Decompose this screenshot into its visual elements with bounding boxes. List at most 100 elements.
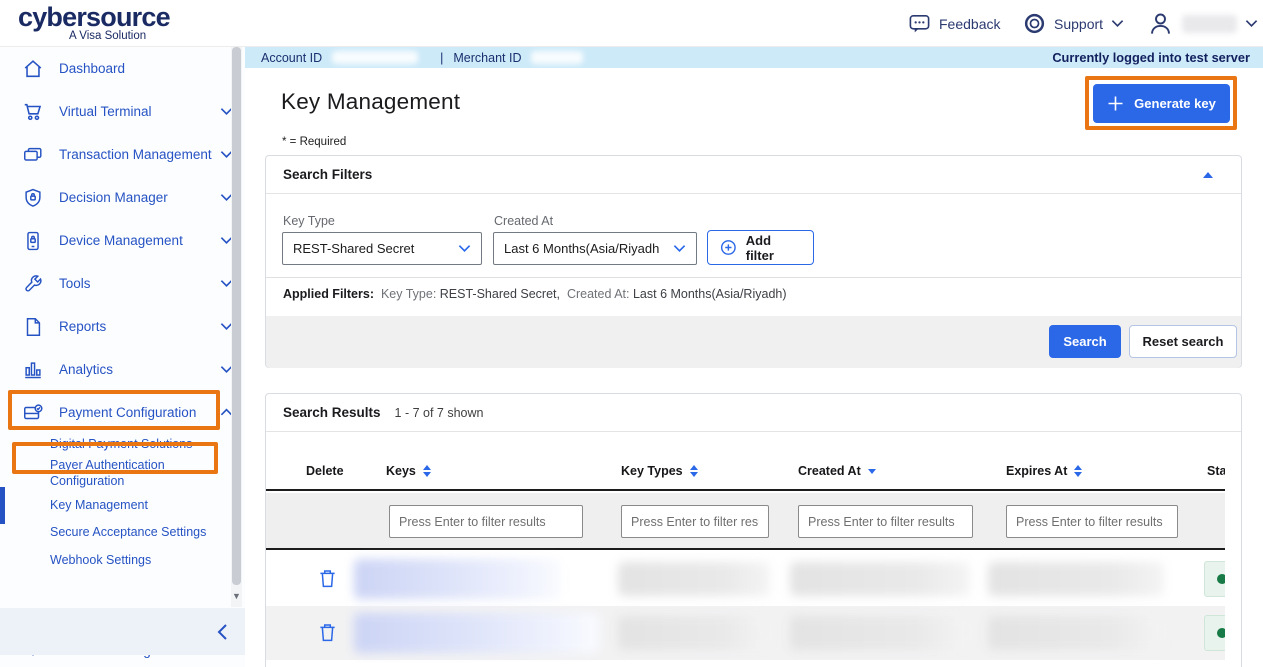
shield-lock-icon	[22, 187, 46, 209]
merchant-id-value-redacted	[531, 51, 583, 64]
cybersource-logo: cybersource	[18, 2, 170, 33]
support-menu[interactable]: Support	[1023, 0, 1124, 47]
sidebar-item-label: Analytics	[59, 362, 113, 377]
results-table: Delete Keys Key Types Created At Expires…	[266, 433, 1225, 667]
applied-created-at-label: Created At:	[567, 287, 630, 301]
column-created-at[interactable]: Created At	[798, 464, 876, 478]
column-label: Key Types	[621, 464, 683, 478]
sidebar-item-tools[interactable]: Tools	[0, 262, 245, 305]
expires-at-redacted	[988, 616, 1164, 650]
status-badge	[1204, 615, 1225, 651]
column-label: Delete	[306, 464, 344, 478]
delete-key-button[interactable]	[318, 622, 337, 648]
required-note: * = Required	[282, 136, 346, 148]
key-type-select[interactable]: REST-Shared Secret	[282, 232, 482, 265]
sidebar-collapse-bar[interactable]	[0, 608, 245, 655]
column-status-clipped[interactable]: Sta	[1207, 464, 1225, 478]
generate-key-button[interactable]: Generate key	[1093, 84, 1230, 123]
created-at-redacted	[790, 562, 970, 596]
account-id-value-redacted	[332, 51, 418, 64]
sidebar-item-label: Tools	[59, 276, 91, 291]
sidebar-item-payment-configuration[interactable]: Payment Configuration	[0, 391, 245, 434]
username-redacted	[1182, 15, 1237, 33]
sidebar-item-label: Virtual Terminal	[59, 104, 152, 119]
keys-filter-input[interactable]	[389, 505, 583, 538]
device-lock-icon	[22, 230, 46, 252]
sidebar-item-analytics[interactable]: Analytics	[0, 348, 245, 391]
column-delete: Delete	[306, 464, 344, 478]
expires-at-filter-input[interactable]	[1006, 505, 1178, 538]
sidebar-subitem-webhook-settings[interactable]: Webhook Settings	[50, 552, 218, 568]
sidebar-subitem-payer-authentication-configuration[interactable]: Payer Authentication Configuration	[50, 457, 218, 489]
sidebar-item-transaction-management[interactable]: Transaction Management	[0, 133, 245, 176]
applied-created-at-value: Last 6 Months(Asia/Riyadh)	[633, 287, 787, 301]
support-icon	[1023, 12, 1046, 35]
chevron-down-icon	[1245, 19, 1258, 28]
created-at-value: Last 6 Months(Asia/Riyadh	[504, 241, 659, 256]
page-title: Key Management	[281, 89, 460, 115]
user-menu[interactable]	[1147, 0, 1258, 47]
created-at-redacted	[790, 616, 970, 650]
sidebar-item-label: Reports	[59, 319, 106, 334]
reset-search-button[interactable]: Reset search	[1129, 325, 1237, 358]
cart-icon	[22, 101, 46, 123]
sidebar-item-decision-manager[interactable]: Decision Manager	[0, 176, 245, 219]
scrollbar-down-arrow[interactable]: ▼	[231, 591, 242, 601]
sidebar-scrollbar[interactable]: ▼	[231, 47, 242, 607]
table-row	[266, 552, 1225, 606]
sidebar-item-reports[interactable]: Reports	[0, 305, 245, 348]
scrollbar-thumb[interactable]	[232, 47, 241, 585]
chevron-down-icon	[673, 244, 686, 253]
key-types-filter-input[interactable]	[621, 505, 769, 538]
sidebar-item-device-management[interactable]: Device Management	[0, 219, 245, 262]
sidebar-subitem-digital-payment-solutions[interactable]: Digital Payment Solutions	[50, 436, 218, 452]
chevron-down-icon	[458, 244, 471, 253]
table-header-row: Delete Keys Key Types Created At Expires…	[266, 433, 1225, 491]
column-key-types[interactable]: Key Types	[621, 464, 698, 478]
add-filter-button[interactable]: Add filter	[707, 230, 814, 265]
results-count: 1 - 7 of 7 shown	[395, 406, 484, 420]
key-value-redacted[interactable]	[354, 559, 561, 599]
sidebar-nav: Dashboard Virtual Terminal Transaction M…	[0, 47, 245, 667]
feedback-button[interactable]: Feedback	[908, 0, 1000, 47]
status-active-dot-icon	[1217, 628, 1226, 638]
divider	[266, 277, 1241, 278]
key-type-value: REST-Shared Secret	[293, 241, 414, 256]
sidebar-item-dashboard[interactable]: Dashboard	[0, 47, 245, 90]
sort-both-icon[interactable]	[423, 465, 431, 477]
key-management-screen: cybersource A Visa Solution Feedback	[0, 0, 1263, 667]
delete-key-button[interactable]	[318, 568, 337, 594]
search-filters-panel: Search Filters Key Type REST-Shared Secr…	[265, 155, 1242, 368]
table-row	[266, 606, 1225, 660]
add-filter-label: Add filter	[746, 233, 802, 263]
created-at-filter-input[interactable]	[798, 505, 973, 538]
logo-tagline: A Visa Solution	[69, 30, 146, 42]
document-icon	[22, 316, 46, 338]
column-label: Expires At	[1006, 464, 1067, 478]
created-at-select[interactable]: Last 6 Months(Asia/Riyadh	[493, 232, 697, 265]
sort-both-icon[interactable]	[1074, 465, 1082, 477]
applied-key-type-label: Key Type:	[381, 287, 436, 301]
sidebar-item-virtual-terminal[interactable]: Virtual Terminal	[0, 90, 245, 133]
sort-both-icon[interactable]	[690, 465, 698, 477]
column-label: Sta	[1207, 464, 1225, 478]
active-item-indicator	[0, 487, 5, 524]
account-infobar: Account ID | Merchant ID Currently logge…	[245, 47, 1263, 68]
key-value-redacted[interactable]	[354, 613, 599, 653]
sidebar-subitem-key-management[interactable]: Key Management	[50, 497, 218, 513]
infobar-divider: |	[440, 51, 443, 65]
collapse-panel-caret-icon[interactable]	[1203, 172, 1213, 178]
status-badge	[1204, 561, 1225, 597]
collapse-left-icon[interactable]	[215, 623, 229, 641]
sidebar-item-label: Decision Manager	[59, 190, 168, 205]
sidebar-subitem-secure-acceptance-settings[interactable]: Secure Acceptance Settings	[50, 524, 218, 540]
created-at-label: Created At	[494, 214, 553, 228]
support-label: Support	[1054, 16, 1103, 32]
search-button[interactable]: Search	[1049, 325, 1121, 358]
column-keys[interactable]: Keys	[386, 464, 431, 478]
column-expires-at[interactable]: Expires At	[1006, 464, 1082, 478]
expires-at-redacted	[988, 562, 1164, 596]
applied-filters-label: Applied Filters:	[283, 287, 374, 301]
search-results-panel: Search Results 1 - 7 of 7 shown Delete K…	[265, 393, 1242, 667]
sort-desc-icon[interactable]	[868, 469, 876, 474]
